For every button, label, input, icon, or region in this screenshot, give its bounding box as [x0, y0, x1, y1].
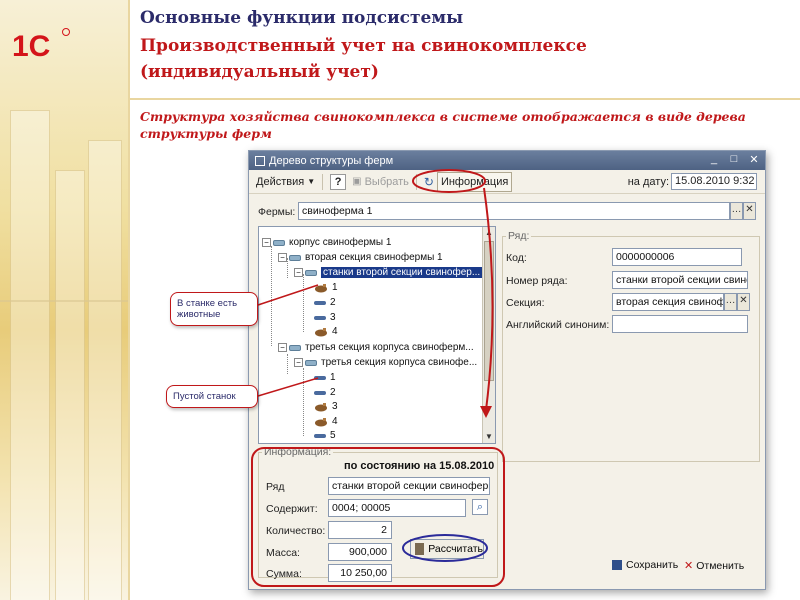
- callout-empty-pen: Пустой станок: [166, 385, 258, 408]
- callout-animals: В станке есть животные: [170, 292, 258, 326]
- annotation-overlay: [251, 169, 505, 587]
